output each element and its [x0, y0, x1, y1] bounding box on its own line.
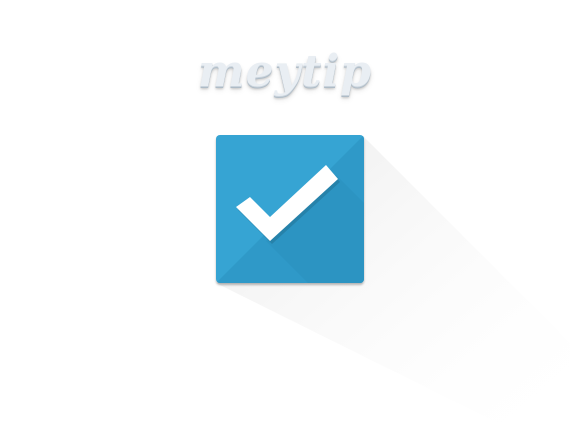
checkmark-icon [236, 165, 340, 244]
brand-logo: meytip [198, 46, 372, 97]
app-icon [216, 135, 364, 283]
